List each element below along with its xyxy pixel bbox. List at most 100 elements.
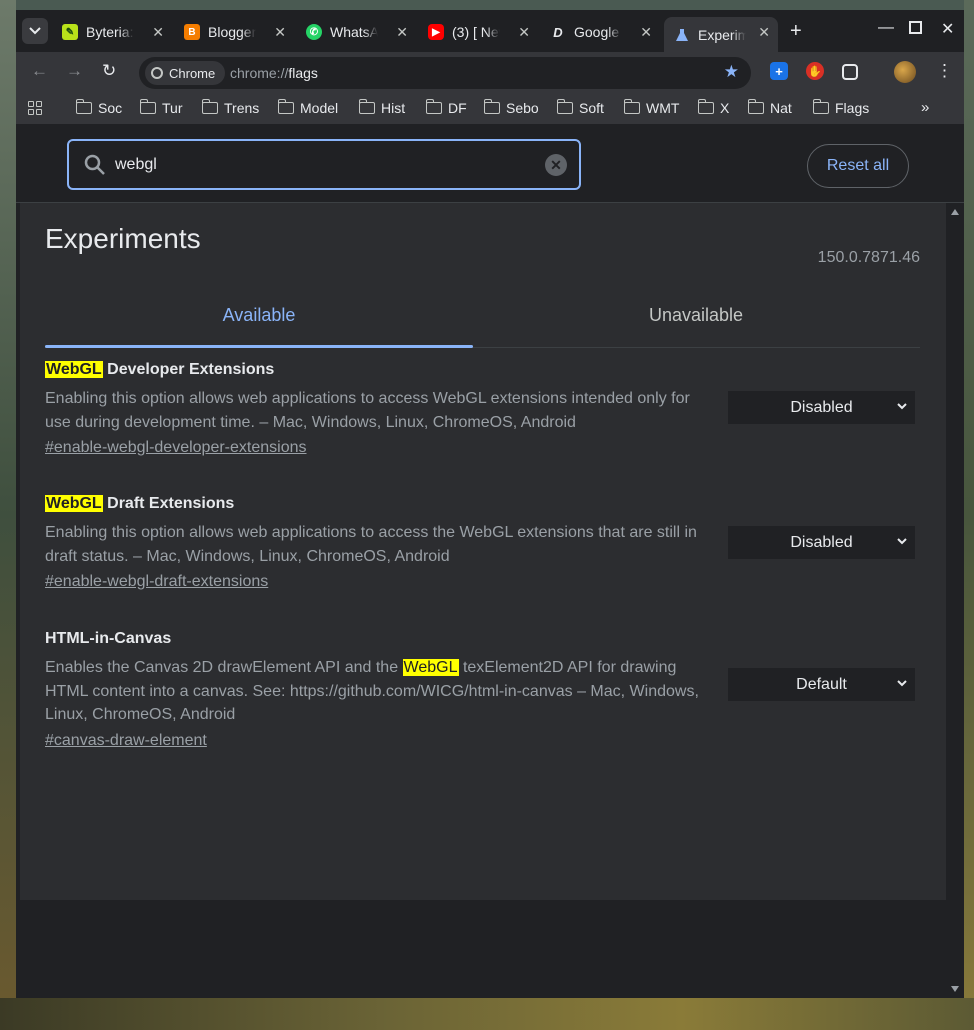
- bookmark-folder[interactable]: Soft: [556, 99, 604, 116]
- extensions-puzzle-icon[interactable]: [842, 64, 858, 80]
- flag-description: Enabling this option allows web applicat…: [45, 390, 690, 431]
- scroll-down-icon[interactable]: [951, 986, 959, 992]
- bookmark-folder[interactable]: Tur: [139, 99, 183, 116]
- tab-title: WhatsAp: [330, 24, 378, 40]
- google-d-icon: D: [553, 24, 563, 40]
- desktop-background-left: [0, 0, 16, 1030]
- chevron-down-icon: [897, 403, 907, 410]
- bookmark-folder[interactable]: X: [697, 99, 729, 116]
- maximize-icon[interactable]: [909, 21, 922, 34]
- close-tab-icon[interactable]: ✕: [152, 24, 164, 41]
- select-value: Default: [796, 675, 847, 693]
- url-text[interactable]: chrome://flags: [230, 65, 318, 81]
- flag-state-select[interactable]: Default: [728, 668, 915, 701]
- new-tab-button[interactable]: +: [790, 20, 802, 43]
- tab-byteria[interactable]: ✎ Byteria: ✕: [52, 17, 172, 47]
- search-value: webgl: [115, 156, 157, 173]
- flag-tabs: Available Unavailable: [45, 283, 920, 348]
- tab-blogger[interactable]: B Blogger: ✕: [174, 17, 294, 47]
- search-highlight: WebGL: [45, 495, 103, 512]
- close-tab-icon[interactable]: ✕: [640, 24, 652, 41]
- flag-item: WebGL Draft Extensions Enabling this opt…: [45, 495, 925, 591]
- page-footer-area: [16, 900, 946, 998]
- address-bar[interactable]: Chrome chrome://flags ★: [139, 57, 751, 89]
- flask-icon: [674, 27, 690, 43]
- flag-search-input[interactable]: webgl ✕: [67, 139, 581, 190]
- bookmark-label: Soft: [579, 100, 604, 116]
- apps-grid-icon[interactable]: [28, 101, 42, 115]
- tab-title: (3) [ New: [452, 24, 500, 40]
- bookmark-label: DF: [448, 100, 467, 116]
- flag-state-select[interactable]: Disabled: [728, 391, 915, 424]
- desc-text: Enables the Canvas 2D drawElement API an…: [45, 659, 403, 676]
- back-arrow-icon[interactable]: ←: [31, 61, 48, 81]
- tab-unavailable[interactable]: Unavailable: [482, 283, 910, 347]
- reload-icon[interactable]: ↻: [102, 61, 116, 81]
- close-tab-icon[interactable]: ✕: [274, 24, 286, 41]
- flag-permalink[interactable]: #canvas-draw-element: [45, 732, 207, 750]
- folder-icon: [75, 99, 92, 114]
- tab-title: Blogger:: [208, 24, 256, 40]
- folder-icon: [358, 99, 375, 114]
- bookmarks-bar: Soc Tur Trens Model Hist DF Sebo Soft WM…: [16, 94, 964, 124]
- forward-arrow-icon[interactable]: →: [66, 61, 83, 81]
- close-tab-icon[interactable]: ✕: [518, 24, 530, 41]
- bookmark-folder[interactable]: Nat: [747, 99, 792, 116]
- experiments-content: Experiments 150.0.7871.46 Available Unav…: [20, 203, 946, 943]
- tab-whatsapp[interactable]: ✆ WhatsAp ✕: [296, 17, 416, 47]
- flag-permalink[interactable]: #enable-webgl-draft-extensions: [45, 573, 268, 591]
- bookmark-folder[interactable]: Flags: [812, 99, 870, 116]
- page-scrollbar[interactable]: [946, 203, 964, 998]
- clear-search-icon[interactable]: ✕: [545, 154, 567, 176]
- scroll-up-icon[interactable]: [951, 209, 959, 215]
- folder-icon: [697, 99, 714, 114]
- bookmark-folder[interactable]: Sebo: [483, 99, 539, 116]
- flag-state-select[interactable]: Disabled: [728, 526, 915, 559]
- blogger-icon: B: [184, 24, 200, 40]
- flag-title-rest: Draft Extensions: [102, 495, 235, 512]
- bookmark-folder[interactable]: Model: [277, 99, 339, 116]
- toolbar: ← → ↻ Chrome chrome://flags ★ + ✋ ⋮: [16, 52, 964, 94]
- page-title: Experiments: [45, 223, 201, 254]
- profile-avatar[interactable]: [894, 61, 916, 83]
- folder-icon: [623, 99, 640, 114]
- menu-dots-icon[interactable]: ⋮: [936, 61, 953, 81]
- tab-available[interactable]: Available: [45, 283, 473, 348]
- url-scheme: chrome://: [230, 65, 289, 81]
- close-window-icon[interactable]: ✕: [941, 19, 954, 39]
- youtube-icon: ▶: [428, 24, 444, 40]
- reset-all-button[interactable]: Reset all: [807, 144, 909, 188]
- bookmark-folder[interactable]: Trens: [201, 99, 259, 116]
- tab-experiments[interactable]: Experim ✕: [664, 17, 778, 52]
- tab-title: Experim: [698, 26, 746, 43]
- close-tab-icon[interactable]: ✕: [396, 24, 408, 41]
- bookmark-label: Tur: [162, 100, 183, 116]
- minimize-icon[interactable]: —: [878, 19, 894, 37]
- bookmark-label: Hist: [381, 100, 406, 116]
- flag-permalink[interactable]: #enable-webgl-developer-extensions: [45, 439, 307, 457]
- chrome-chip[interactable]: Chrome: [145, 61, 226, 85]
- flag-item: HTML-in-Canvas Enables the Canvas 2D dra…: [45, 630, 925, 750]
- close-tab-icon[interactable]: ✕: [758, 24, 770, 41]
- chrome-logo-icon: [151, 67, 163, 79]
- bookmark-label: Model: [300, 100, 339, 116]
- bookmark-label: Flags: [835, 100, 870, 116]
- more-bookmarks-icon[interactable]: »: [921, 99, 929, 116]
- bookmark-star-icon[interactable]: ★: [724, 62, 739, 82]
- bookmark-folder[interactable]: Hist: [358, 99, 406, 116]
- search-highlight: WebGL: [402, 659, 459, 676]
- chevron-down-icon: [897, 680, 907, 687]
- bookmark-folder[interactable]: DF: [425, 99, 467, 116]
- search-icon: [84, 154, 105, 175]
- folder-icon: [201, 99, 218, 114]
- bookmark-folder[interactable]: WMT: [623, 99, 679, 116]
- tab-search-button[interactable]: [22, 18, 48, 44]
- folder-icon: [747, 99, 764, 114]
- flag-title: HTML-in-Canvas: [45, 630, 172, 647]
- adblock-hand-icon[interactable]: ✋: [806, 62, 824, 80]
- tab-youtube[interactable]: ▶ (3) [ New ✕: [418, 17, 538, 47]
- tab-title: Google: [574, 24, 620, 40]
- bookmark-folder[interactable]: Soc: [75, 99, 122, 116]
- extension-plus-icon[interactable]: +: [770, 62, 788, 80]
- tab-google[interactable]: D Google ✕: [540, 17, 660, 47]
